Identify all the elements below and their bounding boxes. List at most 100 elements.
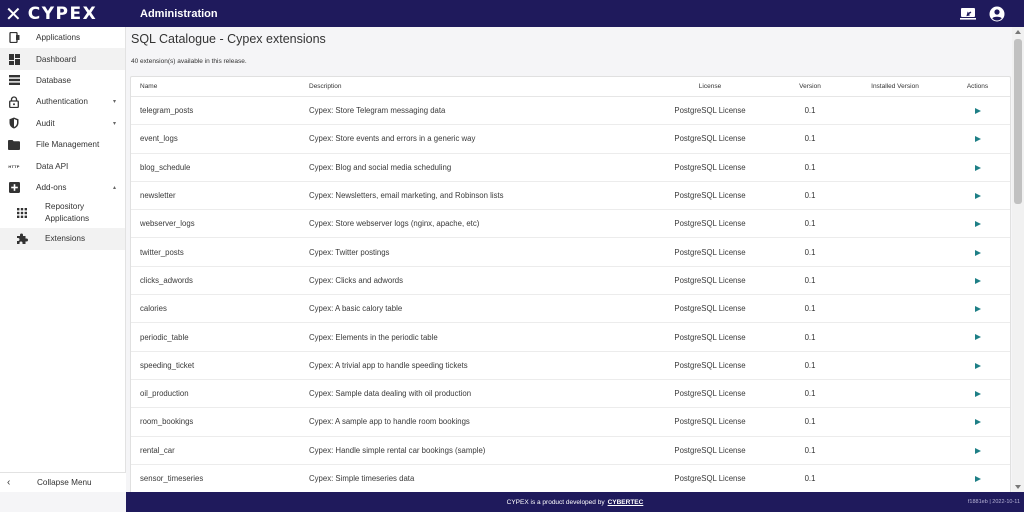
sidebar-item-label: Dashboard [36,54,77,64]
cell-license: PostgreSQL License [674,191,746,201]
play-icon[interactable] [974,419,981,426]
cell-version: 0.1 [804,360,816,370]
grid-icon [15,206,29,220]
cell-name: rental_car [140,445,175,455]
column-header-description[interactable]: Description [300,83,645,90]
play-icon[interactable] [974,108,981,115]
shield-icon [7,116,21,130]
collapse-menu-button[interactable]: ‹ Collapse Menu [0,472,126,492]
cell-version: 0.1 [804,247,816,257]
cell-description: Cypex: Store events and errors in a gene… [309,134,476,144]
cell-license: PostgreSQL License [674,134,746,144]
sidebar-item-repository-applications[interactable]: Repository Applications [0,198,125,228]
column-header-license[interactable]: License [645,83,775,90]
cell-name: sensor_timeseries [140,474,204,483]
http-icon: HTTP [8,163,20,169]
cypex-logo[interactable]: ✕ CYPEX [0,0,126,27]
play-icon[interactable] [974,192,981,199]
table-row: telegram_posts Cypex: Store Telegram mess… [131,97,1010,126]
cell-version: 0.1 [804,162,816,172]
scrollbar[interactable] [1012,27,1024,492]
sidebar-item-authentication[interactable]: Authentication ▾ [0,91,125,112]
play-icon[interactable] [974,391,981,398]
sidebar-item-label: File Management [36,140,100,150]
cell-actions [945,417,1010,426]
sidebar-item-label: Extensions [45,234,86,244]
cell-license: PostgreSQL License [674,304,746,314]
cybertec-link[interactable]: CYBERTEC [608,499,644,506]
sidebar-item-add-ons[interactable]: Add-ons ▴ [0,177,125,198]
play-icon[interactable] [974,475,981,482]
folder-icon [7,138,21,152]
cell-license: PostgreSQL License [674,162,746,172]
play-icon[interactable] [974,277,981,284]
puzzle-icon [15,232,29,246]
cell-name: twitter_posts [140,247,184,257]
cell-version: 0.1 [804,191,816,201]
column-header-version[interactable]: Version [775,83,845,90]
sidebar-item-file-management[interactable]: File Management [0,134,125,155]
chevron-down-icon[interactable]: ▾ [113,120,116,127]
cell-version: 0.1 [804,219,816,229]
scrollbar-thumb[interactable] [1014,39,1022,204]
play-icon[interactable] [974,447,981,454]
cell-license: PostgreSQL License [674,275,746,285]
sidebar-item-label: Add-ons [36,182,67,192]
sidebar-item-extensions[interactable]: Extensions [0,228,125,250]
play-icon[interactable] [974,306,981,313]
dashboard-icon [7,52,21,66]
cell-actions [945,219,1010,228]
sidebar-item-label: Repository Applications [45,202,90,224]
cell-description: Cypex: Store webserver logs (nginx, apac… [309,219,480,229]
table-row: calories Cypex: A basic calory table Postg… [131,295,1010,324]
scroll-up-arrow-icon[interactable] [1015,30,1021,34]
cell-version: 0.1 [804,389,816,399]
sidebar-item-audit[interactable]: Audit ▾ [0,113,125,134]
logo-mark: ✕ [5,1,22,26]
cell-license: PostgreSQL License [674,389,746,399]
sidebar-item-dashboard[interactable]: Dashboard [0,48,125,70]
cell-description: Cypex: Handle simple rental car bookings… [309,445,486,455]
cell-actions [945,191,1010,200]
play-icon[interactable] [974,221,981,228]
scroll-down-arrow-icon[interactable] [1015,485,1021,489]
screen-share-icon[interactable] [959,5,977,22]
play-icon[interactable] [974,334,981,341]
sidebar-item-label: Authentication [36,97,88,107]
cell-license: PostgreSQL License [674,332,746,342]
column-header-name[interactable]: Name [131,83,300,90]
cell-license: PostgreSQL License [674,360,746,370]
cell-actions [945,446,1010,455]
play-icon[interactable] [974,362,981,369]
chevron-down-icon[interactable]: ▾ [113,98,116,105]
cell-actions [945,106,1010,115]
cell-description: Cypex: Clicks and adwords [309,275,404,285]
table-row: twitter_posts Cypex: Twitter postings Post… [131,238,1010,267]
column-header-installed-version[interactable]: Installed Version [845,83,945,90]
sidebar-nav: Applications Dashboard Database Authenti… [0,27,126,492]
table-body: telegram_posts Cypex: Store Telegram mess… [131,97,1010,492]
cell-description: Cypex: A basic calory table [309,304,403,314]
add-box-icon [7,180,21,194]
cell-description: Cypex: A trivial app to handle speeding … [309,360,468,370]
build-version: f1881eb | 2022-10-11 [967,499,1020,505]
chevron-left-icon: ‹ [7,477,11,488]
sidebar-item-label: Audit [36,118,55,128]
sidebar-item-label: Database [36,75,72,85]
cell-actions [945,248,1010,257]
cell-description: Cypex: Store Telegram messaging data [309,106,446,116]
sidebar-item-database[interactable]: Database [0,70,125,91]
play-icon[interactable] [974,249,981,256]
account-circle-icon[interactable] [988,5,1006,22]
play-icon[interactable] [974,136,981,143]
chevron-up-icon[interactable]: ▴ [113,184,116,191]
footer-text: CYPEX is a product developed by [506,498,605,506]
sidebar-item-data-api[interactable]: HTTP Data API [0,155,125,176]
play-icon[interactable] [974,164,981,171]
table-row: webserver_logs Cypex: Store webserver log… [131,210,1010,239]
cell-actions [945,134,1010,143]
sidebar-item-applications[interactable]: Applications [0,27,125,48]
cell-actions [945,163,1010,172]
lock-icon [7,95,21,109]
cell-description: Cypex: Twitter postings [309,247,390,257]
